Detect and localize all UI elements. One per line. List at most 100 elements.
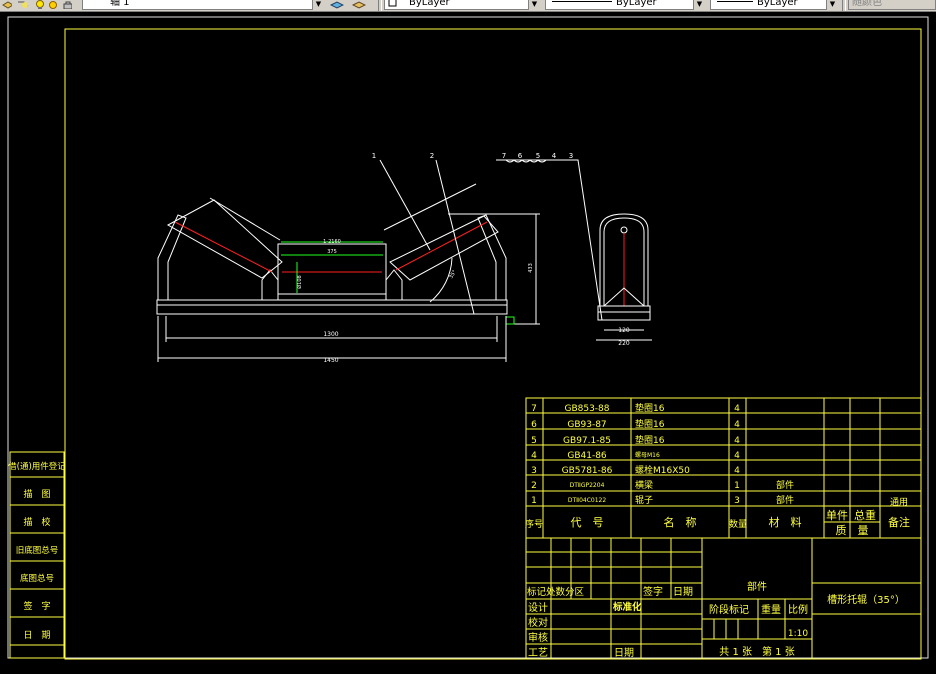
- lock-icon[interactable]: [62, 0, 72, 9]
- linetype-dropdown-value: ByLayer: [616, 0, 657, 8]
- dim-roller-length: 375: [327, 249, 337, 255]
- color-swatch-icon: [388, 0, 397, 7]
- side-dim-outer: 220: [618, 340, 630, 347]
- layer-previous-icon[interactable]: [352, 0, 366, 9]
- leader-label-1: 1: [372, 152, 376, 160]
- layer-dropdown-chevron-icon[interactable]: ▼: [312, 0, 324, 10]
- drawing-title: 槽形托辊（35°）: [827, 593, 905, 606]
- layer-dropdown[interactable]: 轴 1: [82, 0, 324, 10]
- bom-row-code: GB5781-86: [562, 466, 613, 476]
- plotstyle-dropdown[interactable]: 随颜色: [848, 0, 936, 10]
- scale-label: 比例: [788, 603, 808, 616]
- bom-header-weight-label: 质 量: [836, 524, 869, 537]
- color-dropdown[interactable]: ByLayer: [384, 0, 540, 10]
- rev-header: 标记处数分区: [527, 586, 585, 598]
- sun-icon[interactable]: [47, 0, 57, 9]
- stage-mark-label: 阶段标记: [709, 603, 749, 616]
- sheet-count: 共 1 张 第 1 张: [719, 645, 794, 658]
- bom-row-qty: 4: [734, 420, 740, 430]
- left-panel-row-date: 日 期: [23, 630, 50, 641]
- bom-row-no: 3: [531, 466, 537, 476]
- bom-row-code: DTⅡ04C0122: [568, 497, 607, 504]
- dim-height: 433: [528, 263, 534, 273]
- bom-row-name: 垫圈16: [635, 418, 665, 430]
- side-dim-inner: 120: [618, 327, 630, 334]
- bom-row-code: GB41-86: [567, 451, 607, 461]
- inner-frame: [64, 28, 922, 660]
- sign-label: 签字: [643, 585, 663, 598]
- weight-label: 重量: [761, 603, 781, 616]
- date-label: 日期: [673, 586, 693, 598]
- bom-row-no: 2: [531, 481, 537, 491]
- leader-label-7: 7: [502, 152, 506, 160]
- left-panel-row-trace-check: 描 校: [23, 516, 50, 528]
- idler-side-view: [596, 213, 652, 341]
- bom-row-qty: 4: [734, 466, 740, 476]
- standard-label: 标准化: [612, 601, 642, 613]
- bom-header-code: 代 号: [571, 516, 604, 529]
- bom-header-weight-total: 总重: [854, 508, 876, 522]
- bom-row-qty: 4: [734, 404, 740, 414]
- color-dropdown-chevron-icon[interactable]: ▼: [528, 0, 540, 10]
- toolbar-separator: [378, 0, 382, 11]
- bom-header-remark: 备注: [888, 515, 910, 529]
- dim-top-width: 1-2160: [323, 239, 341, 245]
- linetype-dropdown-chevron-icon[interactable]: ▼: [693, 0, 705, 10]
- part-name: 部件: [747, 580, 767, 593]
- bom-row-no: 5: [531, 436, 537, 446]
- bom-header-qty: 数量: [729, 518, 747, 530]
- bom-row-name: 垫圈16: [635, 434, 665, 446]
- bom-row-no: 4: [531, 451, 537, 461]
- dim-base-inner: 1300: [323, 331, 338, 338]
- bom-row-material: 部件: [776, 479, 794, 491]
- bom-header-no: 序号: [525, 518, 543, 530]
- bom-rows: 7 GB853-88 垫圈16 4 6 GB93-87 垫圈16 4 5 GB9…: [531, 402, 908, 508]
- bom-row-name: 横梁: [635, 479, 653, 491]
- lineweight-dropdown[interactable]: ByLayer: [710, 0, 838, 10]
- process-label: 工艺: [528, 647, 548, 659]
- idler-front-view: [156, 159, 603, 362]
- dim-base-outer: 1450: [323, 357, 338, 364]
- layer-manager-icon[interactable]: [2, 0, 12, 9]
- layer-state-icons[interactable]: [16, 0, 32, 11]
- leader-label-4: 4: [552, 152, 557, 160]
- bom-row-name: 螺母M16: [635, 451, 660, 459]
- scale-value: 1:10: [788, 629, 808, 639]
- bom-header-material: 材 料: [769, 515, 802, 529]
- left-panel-row-base-no: 底图总号: [20, 573, 54, 584]
- lightbulb-icon[interactable]: [34, 0, 44, 9]
- toolbar-separator: [842, 0, 846, 11]
- lineweight-dropdown-value: ByLayer: [757, 0, 798, 8]
- check-label: 校对: [528, 616, 548, 629]
- date2-label: 日期: [614, 647, 634, 659]
- bom-row-no: 1: [531, 496, 537, 506]
- bom-header-name: 名 称: [664, 515, 697, 529]
- layer-dropdown-value: 轴 1: [110, 0, 130, 8]
- bom-row-qty: 4: [734, 451, 740, 461]
- bom-row-qty: 1: [734, 481, 740, 491]
- left-panel-row-trace: 描 图: [23, 488, 50, 500]
- lineweight-sample: [717, 1, 753, 2]
- bom-row-code: GB97.1-85: [563, 436, 611, 446]
- linetype-dropdown[interactable]: ByLayer: [545, 0, 705, 10]
- leader-label-3: 3: [569, 152, 573, 160]
- review-label: 审核: [528, 631, 548, 644]
- bom-row-code: GB853-88: [564, 404, 609, 414]
- bom-row-code: DTⅡGP2204: [570, 482, 605, 489]
- linetype-sample: [552, 1, 612, 2]
- bom-row-name: 辊子: [635, 494, 653, 506]
- bom-row-no: 7: [531, 404, 537, 414]
- dim-roller-diameter: Ø108: [296, 275, 303, 288]
- bom-row-material: 部件: [776, 494, 794, 506]
- bom-row-name: 垫圈16: [635, 402, 665, 414]
- leader-label-6: 6: [518, 152, 523, 160]
- make-layer-current-icon[interactable]: [330, 0, 344, 9]
- lineweight-dropdown-chevron-icon[interactable]: ▼: [826, 0, 838, 10]
- design-label: 设计: [528, 601, 548, 614]
- bom-row-qty: 3: [734, 496, 740, 506]
- bom-remark-value: 通用: [890, 497, 908, 508]
- plotstyle-dropdown-value: 随颜色: [852, 0, 882, 8]
- bom-row-qty: 4: [734, 436, 740, 446]
- drawing-canvas[interactable]: 借(通)用件登记 描 图 描 校 旧底图总号 底图总号 签 字 日 期 1-21…: [0, 11, 936, 674]
- bom-row-name: 螺栓M16X50: [635, 464, 690, 476]
